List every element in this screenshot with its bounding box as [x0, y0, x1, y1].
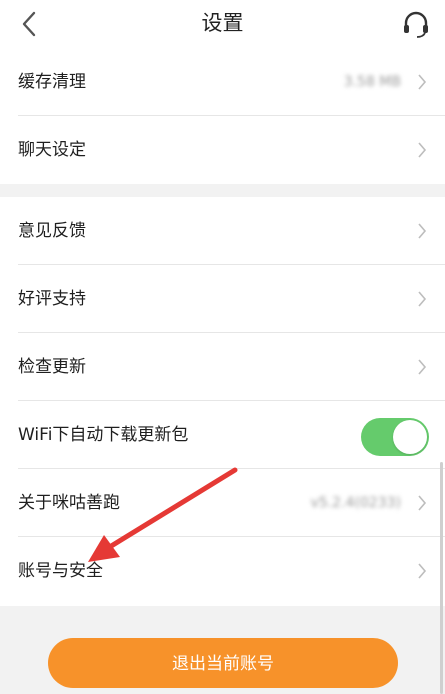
settings-row-wifi-auto-download: WiFi下自动下载更新包	[0, 401, 445, 469]
wifi-auto-download-toggle[interactable]	[361, 418, 429, 456]
chevron-right-icon	[418, 495, 427, 511]
headset-icon[interactable]	[401, 9, 431, 39]
settings-row-label: 检查更新	[18, 357, 86, 377]
settings-row-check-update[interactable]: 检查更新	[0, 333, 445, 401]
settings-row-chat-settings[interactable]: 聊天设定	[0, 116, 445, 184]
page-title: 设置	[201, 11, 244, 35]
nav-bar: 设置	[0, 0, 445, 48]
chevron-right-icon	[418, 563, 427, 579]
settings-row-rate-us[interactable]: 好评支持	[0, 265, 445, 333]
app-version-value: v5.2.4(0233)	[310, 495, 401, 511]
chevron-right-icon	[418, 142, 427, 158]
settings-row-clear-cache[interactable]: 缓存清理 3.58 MB	[0, 48, 445, 116]
settings-row-label: 意见反馈	[18, 221, 86, 241]
chevron-right-icon	[418, 74, 427, 90]
settings-row-label: 账号与安全	[18, 561, 103, 581]
settings-row-label: 聊天设定	[18, 140, 86, 160]
cache-size-value: 3.58 MB	[343, 74, 401, 90]
chevron-right-icon	[418, 359, 427, 375]
settings-row-feedback[interactable]: 意见反馈	[0, 197, 445, 265]
logout-button[interactable]: 退出当前账号	[48, 638, 398, 688]
settings-row-label: 好评支持	[18, 289, 86, 309]
settings-row-label: WiFi下自动下载更新包	[18, 425, 189, 445]
settings-row-label: 关于咪咕善跑	[18, 493, 120, 513]
toggle-knob	[393, 420, 427, 454]
settings-row-account-security[interactable]: 账号与安全	[0, 537, 445, 605]
settings-row-about[interactable]: 关于咪咕善跑 v5.2.4(0233)	[0, 469, 445, 537]
settings-row-label: 缓存清理	[18, 72, 86, 92]
chevron-right-icon	[418, 291, 427, 307]
settings-group-storage: 缓存清理 3.58 MB 聊天设定	[0, 48, 445, 184]
settings-group-general: 意见反馈 好评支持 检查更新 WiFi下自动下载更新包 关于咪咕善跑 v5.2.…	[0, 197, 445, 606]
chevron-right-icon	[418, 223, 427, 239]
scrollbar	[440, 462, 443, 694]
